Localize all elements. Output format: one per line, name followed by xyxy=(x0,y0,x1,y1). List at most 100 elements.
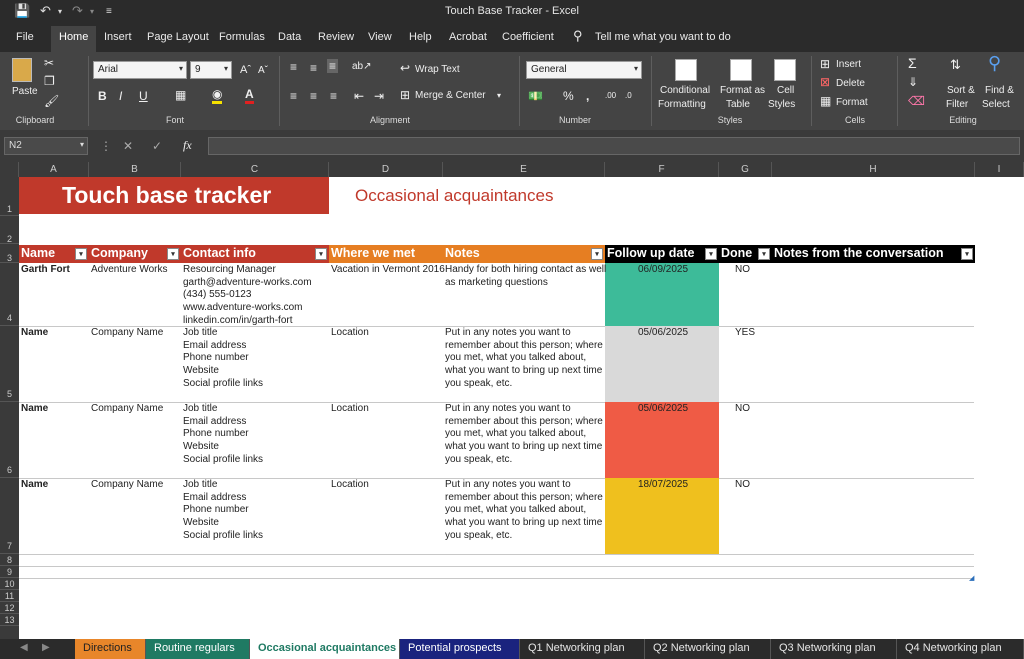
select-all-corner[interactable] xyxy=(0,162,19,177)
formula-input[interactable] xyxy=(208,137,1020,155)
sheet-tab[interactable]: Routine regulars xyxy=(146,639,250,659)
tab-insert[interactable]: Insert xyxy=(104,31,132,43)
sheet-tab[interactable]: Directions xyxy=(75,639,146,659)
find-select-label-2[interactable]: Select xyxy=(982,98,1010,111)
tab-review[interactable]: Review xyxy=(318,31,354,43)
row-header[interactable]: 13 xyxy=(0,614,19,626)
decrease-decimal-icon[interactable]: .0 xyxy=(625,89,632,103)
number-format-select[interactable]: General ▾ xyxy=(526,61,642,79)
row-header[interactable]: 6 xyxy=(0,402,19,478)
cancel-icon[interactable]: ✕ xyxy=(123,139,133,153)
cell-styles-icon[interactable] xyxy=(774,59,796,81)
sheet-tab[interactable]: Q3 Networking plan xyxy=(771,639,897,659)
filter-dropdown-icon[interactable]: ▾ xyxy=(315,248,327,260)
bold-icon[interactable]: B xyxy=(98,89,107,103)
filter-dropdown-icon[interactable]: ▾ xyxy=(705,248,717,260)
orientation-icon[interactable]: ab↗ xyxy=(352,60,372,74)
format-as-table-label-1[interactable]: Format as xyxy=(720,84,765,97)
increase-decimal-icon[interactable]: .00 xyxy=(605,89,616,103)
borders-icon[interactable]: ▦ xyxy=(175,88,186,102)
chevron-down-icon[interactable]: ▾ xyxy=(497,89,501,102)
paste-icon[interactable] xyxy=(12,58,32,82)
conditional-formatting-label-1[interactable]: Conditional xyxy=(660,84,710,97)
decrease-font-icon[interactable]: Aˇ xyxy=(258,64,268,78)
filter-dropdown-icon[interactable]: ▾ xyxy=(167,248,179,260)
copy-icon[interactable]: ❐ xyxy=(44,74,55,88)
sheet-tab[interactable]: Q2 Networking plan xyxy=(645,639,771,659)
cell-styles-label-2[interactable]: Styles xyxy=(768,98,795,111)
increase-font-icon[interactable]: Aˆ xyxy=(240,63,251,77)
column-header[interactable]: A xyxy=(19,162,89,177)
tab-file[interactable]: File xyxy=(16,31,34,43)
fill-icon[interactable]: ⇓ xyxy=(908,75,918,89)
filter-dropdown-icon[interactable]: ▾ xyxy=(591,248,603,260)
accounting-format-icon[interactable]: 💵 xyxy=(528,89,543,103)
tab-home[interactable]: Home xyxy=(51,26,97,52)
name-box[interactable]: N2 ▾ xyxy=(4,137,88,155)
row-header[interactable]: 8 xyxy=(0,554,19,566)
sheet-tab[interactable]: Q1 Networking plan xyxy=(520,639,645,659)
filter-dropdown-icon[interactable]: ▾ xyxy=(961,248,973,260)
conditional-formatting-icon[interactable] xyxy=(675,59,697,81)
tab-formulas[interactable]: Formulas xyxy=(219,31,265,43)
sheet-tab[interactable]: Q4 Networking plan xyxy=(897,639,1024,659)
find-select-icon[interactable]: ⚲ xyxy=(988,54,1001,72)
format-button[interactable]: Format xyxy=(836,96,868,109)
paste-button[interactable]: Paste xyxy=(12,85,38,98)
align-right-icon[interactable]: ≡ xyxy=(330,89,337,103)
font-name-select[interactable]: Arial ▾ xyxy=(93,61,187,79)
row-header[interactable]: 12 xyxy=(0,602,19,614)
row-header[interactable]: 7 xyxy=(0,478,19,554)
row-header[interactable]: 11 xyxy=(0,590,19,602)
column-header[interactable]: F xyxy=(605,162,719,177)
column-header[interactable]: I xyxy=(975,162,1024,177)
insert-function-icon[interactable]: fx xyxy=(183,138,192,152)
sheet-tab[interactable]: Potential prospects xyxy=(400,639,520,659)
align-left-icon[interactable]: ≡ xyxy=(290,89,297,103)
decrease-indent-icon[interactable]: ⇤ xyxy=(354,89,364,103)
align-middle-icon[interactable]: ≡ xyxy=(310,61,317,75)
clear-icon[interactable]: ⌫ xyxy=(908,94,925,108)
increase-indent-icon[interactable]: ⇥ xyxy=(374,89,384,103)
sheet-tab[interactable]: Occasional acquaintances xyxy=(250,639,400,659)
column-header[interactable]: B xyxy=(89,162,181,177)
resize-handle-icon[interactable]: ◢ xyxy=(969,574,974,582)
find-select-label-1[interactable]: Find & xyxy=(985,84,1014,97)
tab-coefficient[interactable]: Coefficient xyxy=(502,31,554,43)
insert-button[interactable]: Insert xyxy=(836,58,861,71)
row-header[interactable]: 2 xyxy=(0,216,19,244)
underline-icon[interactable]: U xyxy=(139,89,148,103)
tab-page-layout[interactable]: Page Layout xyxy=(147,31,209,43)
tab-acrobat[interactable]: Acrobat xyxy=(449,31,487,43)
merge-center-button[interactable]: Merge & Center xyxy=(415,89,486,102)
sort-filter-icon[interactable]: ⇅ xyxy=(950,58,961,72)
comma-style-icon[interactable]: , xyxy=(586,89,589,103)
cut-icon[interactable]: ✂ xyxy=(44,56,54,70)
align-bottom-icon[interactable]: ≡ xyxy=(327,59,339,73)
worksheet[interactable]: Touch base tracker Occasional acquaintan… xyxy=(19,177,1024,639)
format-as-table-icon[interactable] xyxy=(730,59,752,81)
scroll-right-icon[interactable]: ▶ xyxy=(42,642,50,653)
autosum-icon[interactable]: Σ xyxy=(908,56,917,70)
row-header[interactable]: 3 xyxy=(0,244,19,263)
sort-filter-label-2[interactable]: Filter xyxy=(946,98,968,111)
align-center-icon[interactable]: ≡ xyxy=(310,89,317,103)
align-top-icon[interactable]: ≡ xyxy=(290,60,297,74)
column-header[interactable]: D xyxy=(329,162,443,177)
row-header[interactable]: 4 xyxy=(0,263,19,326)
format-painter-icon[interactable]: 🖌 xyxy=(44,94,59,108)
font-color-icon[interactable]: A xyxy=(245,87,254,104)
column-header[interactable]: C xyxy=(181,162,329,177)
tab-view[interactable]: View xyxy=(368,31,392,43)
italic-icon[interactable]: I xyxy=(119,89,122,103)
enter-icon[interactable]: ✓ xyxy=(152,139,162,153)
row-header[interactable]: 5 xyxy=(0,326,19,402)
column-header[interactable]: G xyxy=(719,162,772,177)
tell-me-search[interactable]: Tell me what you want to do xyxy=(595,31,731,43)
column-header[interactable]: H xyxy=(772,162,975,177)
row-header[interactable]: 1 xyxy=(0,177,19,216)
delete-button[interactable]: Delete xyxy=(836,77,865,90)
tab-data[interactable]: Data xyxy=(278,31,301,43)
column-header[interactable]: E xyxy=(443,162,605,177)
row-header[interactable]: 10 xyxy=(0,578,19,590)
